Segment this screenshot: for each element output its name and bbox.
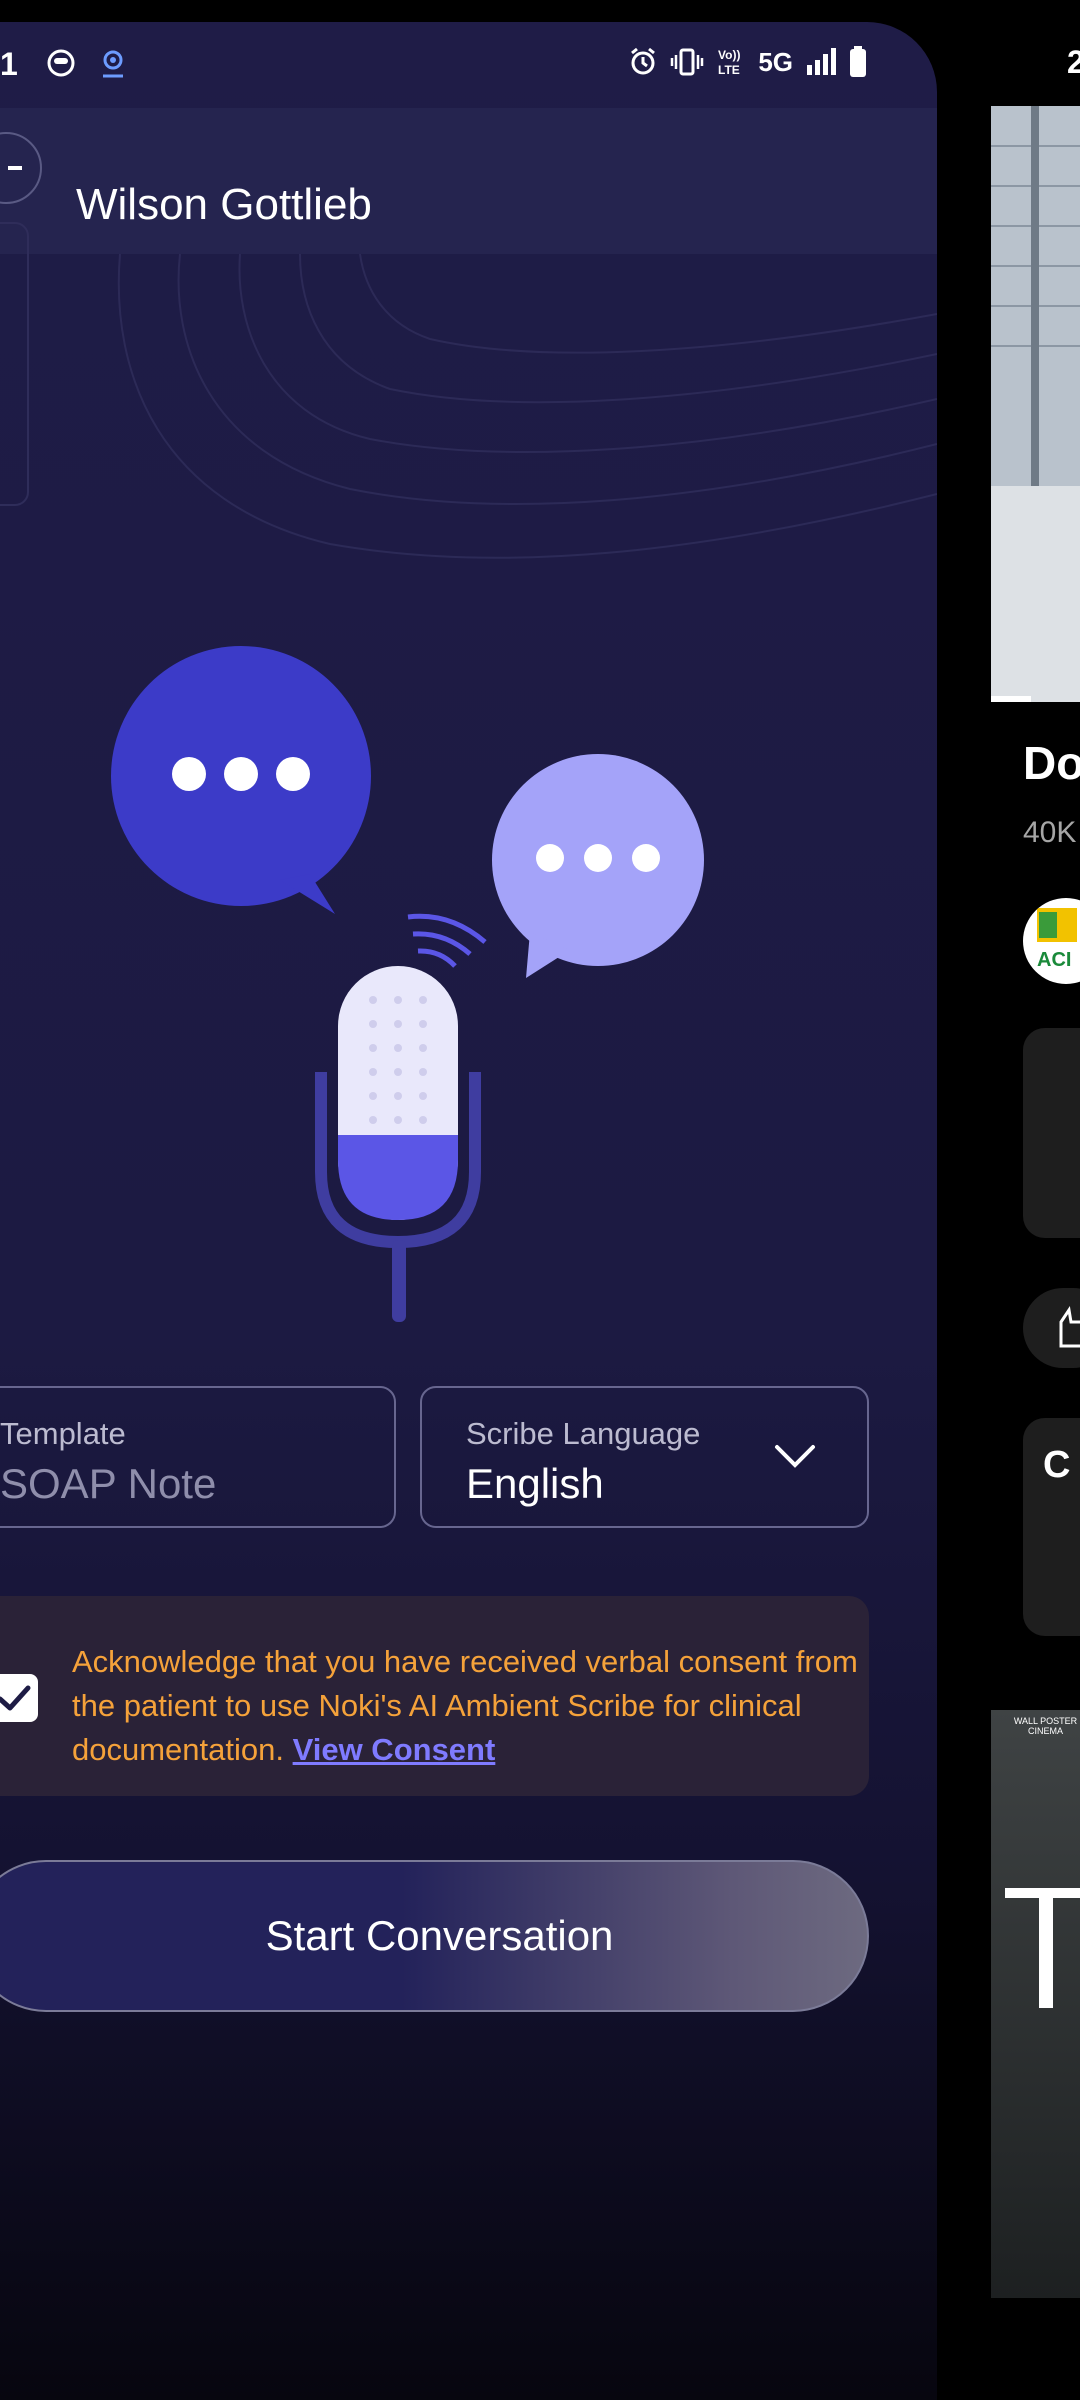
like-button[interactable] xyxy=(1023,1288,1080,1368)
consent-notice: Acknowledge that you have received verba… xyxy=(0,1596,869,1796)
chevron-down-icon xyxy=(775,1445,815,1468)
channel-logo-text: ACI xyxy=(1037,949,1071,971)
channel-logo-icon: ACI xyxy=(1037,908,1077,971)
status-bar: 1 Vo)) LTE 5G xyxy=(0,22,937,108)
start-conversation-label: Start Conversation xyxy=(265,1912,614,1959)
window-blinds-image xyxy=(991,106,1080,702)
video-views: 40K xyxy=(1023,816,1077,849)
status-time: 1 xyxy=(0,46,18,82)
battery-icon xyxy=(850,46,866,77)
comments-card[interactable]: C xyxy=(1023,1418,1080,1636)
poster-tag: WALL POSTER CINEMA xyxy=(1013,1716,1078,1736)
back-arrow-icon xyxy=(8,166,22,170)
background-app-window[interactable]: 2 Do 40K ACI C WALL POSTER CINEMA xyxy=(991,0,1080,2400)
template-field[interactable]: Template SOAP Note xyxy=(0,1386,396,1528)
video-title: Do xyxy=(1023,737,1080,789)
start-conversation-button[interactable]: Start Conversation xyxy=(0,1860,869,2012)
scribe-language-dropdown[interactable]: Scribe Language English xyxy=(420,1386,869,1528)
recommended-video-thumbnail[interactable]: WALL POSTER CINEMA xyxy=(991,1710,1080,2298)
scribe-language-label: Scribe Language xyxy=(466,1416,701,1451)
svg-text:Vo)): Vo)) xyxy=(718,48,740,62)
app-bar: Wilson Gottlieb xyxy=(0,108,937,254)
consent-checkbox[interactable] xyxy=(0,1674,38,1722)
background-contour-lines xyxy=(117,254,937,559)
app-notification-icon xyxy=(47,49,75,77)
template-label: Template xyxy=(0,1416,126,1451)
network-type: 5G xyxy=(758,46,793,77)
speech-bubble-small-icon xyxy=(492,754,704,978)
view-consent-link[interactable]: View Consent xyxy=(293,1732,496,1767)
patient-name: Wilson Gottlieb xyxy=(76,180,372,229)
thumbs-up-icon xyxy=(1059,1306,1080,1348)
status-notification-icons xyxy=(46,48,128,80)
svg-text:LTE: LTE xyxy=(718,63,740,77)
volte-icon: Vo)) LTE xyxy=(718,48,740,77)
background-app-time: 2 xyxy=(1067,44,1080,80)
checkmark-icon xyxy=(0,1685,31,1711)
consent-text-block: Acknowledge that you have received verba… xyxy=(72,1640,862,1772)
app-window: 1 Vo)) LTE 5G Wilson Gottlieb Template S… xyxy=(0,22,937,2400)
info-card[interactable] xyxy=(1023,1028,1080,1238)
location-pin-icon xyxy=(103,50,123,78)
poster-letter-graphic xyxy=(1005,1888,1080,2008)
alarm-icon xyxy=(631,47,656,75)
signal-icon xyxy=(807,48,836,75)
channel-avatar[interactable]: ACI xyxy=(1023,898,1080,984)
vibrate-icon xyxy=(671,48,704,76)
status-system-icons: Vo)) LTE 5G xyxy=(628,46,867,78)
comments-heading: C xyxy=(1043,1444,1071,1486)
microphone-icon xyxy=(315,913,487,1322)
back-button[interactable] xyxy=(0,132,42,204)
speech-bubble-large-icon xyxy=(111,646,371,914)
template-value: SOAP Note xyxy=(0,1460,217,1507)
video-thumbnail[interactable] xyxy=(991,106,1080,702)
scribe-language-value: English xyxy=(466,1460,604,1507)
conversation-illustration xyxy=(111,646,704,1322)
